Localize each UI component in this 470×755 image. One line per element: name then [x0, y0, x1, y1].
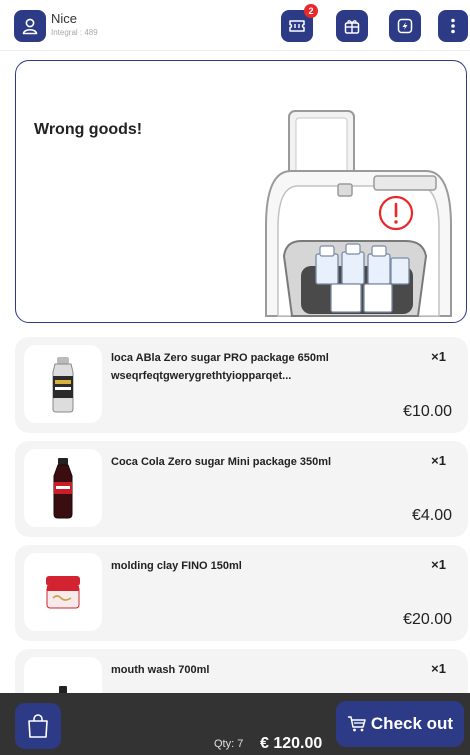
- flash-button[interactable]: [389, 10, 421, 42]
- can-image: [52, 357, 74, 413]
- more-vertical-icon: [451, 18, 455, 34]
- shopping-bag-icon: [28, 714, 48, 738]
- user-icon: [22, 18, 38, 35]
- product-price: €20.00: [403, 611, 452, 628]
- cart-item-list[interactable]: loca ABla Zero sugar PRO package 650ml w…: [0, 328, 470, 693]
- product-name: Coca Cola Zero sugar Mini package 350ml: [111, 456, 332, 468]
- bottle-image: [53, 458, 73, 519]
- user-name: Nice: [51, 11, 78, 26]
- cart-item[interactable]: loca ABla Zero sugar PRO package 650ml w…: [15, 337, 468, 433]
- product-price: €10.00: [403, 403, 452, 420]
- ticket-icon: [289, 20, 305, 32]
- product-image: [24, 449, 102, 527]
- mouthwash-image: [59, 686, 67, 693]
- top-bar: Nice Integral : 489 2: [0, 0, 470, 51]
- cart-icon: [347, 716, 366, 732]
- notification-badge: 2: [304, 4, 318, 18]
- flash-icon: [397, 18, 413, 34]
- product-quantity: ×1: [431, 453, 446, 468]
- product-image: [24, 657, 102, 693]
- cart-bag-button[interactable]: [15, 703, 61, 749]
- cart-item[interactable]: mouth wash 700ml ×1: [15, 649, 468, 693]
- product-quantity: ×1: [431, 557, 446, 572]
- product-quantity: ×1: [431, 661, 446, 676]
- product-quantity: ×1: [431, 349, 446, 364]
- alert-title: Wrong goods!: [34, 121, 143, 138]
- wrong-goods-alert: Wrong goods!: [15, 60, 467, 323]
- gift-button[interactable]: [336, 10, 368, 42]
- user-avatar-button[interactable]: [14, 10, 46, 42]
- more-menu-button[interactable]: [438, 10, 468, 42]
- product-image: [24, 345, 102, 423]
- checkout-bar: Qty: 7 € 120.00 Check out: [0, 693, 470, 755]
- checkout-button[interactable]: Check out: [336, 701, 464, 747]
- cart-item[interactable]: molding clay FINO 150ml ×1 €20.00: [15, 545, 468, 641]
- product-name: loca ABla Zero sugar PRO package 650ml w…: [111, 352, 329, 382]
- jar-image: [46, 576, 80, 609]
- product-image: [24, 553, 102, 631]
- product-name: molding clay FINO 150ml: [111, 560, 242, 572]
- product-name: mouth wash 700ml: [111, 664, 210, 676]
- integral-points: Integral : 489: [51, 28, 98, 37]
- total-price: € 120.00: [260, 735, 323, 752]
- cart-item[interactable]: Coca Cola Zero sugar Mini package 350ml …: [15, 441, 468, 537]
- gift-icon: [344, 20, 360, 34]
- coupon-button[interactable]: 2: [281, 4, 318, 42]
- product-price: €4.00: [411, 507, 452, 524]
- vending-machine-illustration: [265, 110, 452, 317]
- checkout-label: Check out: [370, 714, 454, 733]
- total-quantity: Qty: 7: [214, 738, 244, 750]
